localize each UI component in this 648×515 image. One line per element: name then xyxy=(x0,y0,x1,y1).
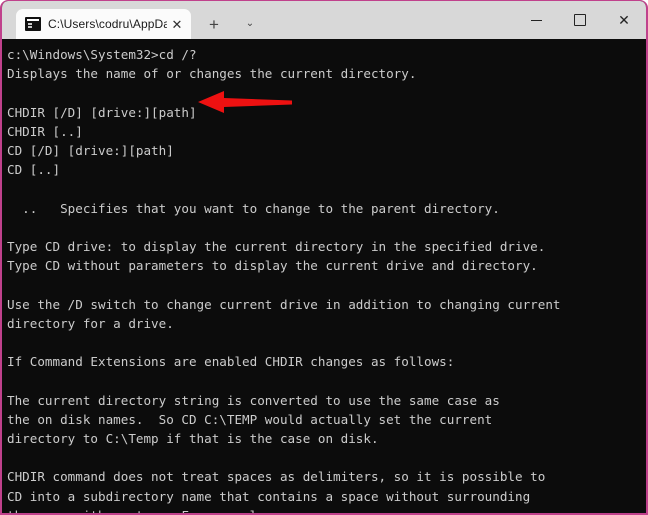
console-text: c:\Windows\System32>cd /? Displays the n… xyxy=(7,47,561,513)
terminal-tab-active[interactable]: C:\Users\codru\AppData\Roa ✕ xyxy=(16,9,191,39)
close-icon: ✕ xyxy=(618,12,630,28)
window-controls: ✕ xyxy=(514,1,646,39)
tab-title: C:\Users\codru\AppData\Roa xyxy=(48,17,167,31)
command-prompt-window: C:\Users\codru\AppData\Roa ✕ + ⌄ ✕ c:\Wi… xyxy=(0,0,648,515)
chevron-down-icon[interactable]: ⌄ xyxy=(233,9,267,39)
close-tab-icon[interactable]: ✕ xyxy=(167,14,187,34)
console-icon xyxy=(25,17,41,31)
new-tab-button[interactable]: + xyxy=(197,9,231,39)
maximize-button[interactable] xyxy=(558,1,602,39)
maximize-icon xyxy=(574,14,586,26)
minimize-button[interactable] xyxy=(514,1,558,39)
console-output-area[interactable]: c:\Windows\System32>cd /? Displays the n… xyxy=(2,39,646,513)
minimize-icon xyxy=(530,19,542,21)
title-bar[interactable]: C:\Users\codru\AppData\Roa ✕ + ⌄ ✕ xyxy=(2,1,646,39)
close-window-button[interactable]: ✕ xyxy=(602,1,646,39)
